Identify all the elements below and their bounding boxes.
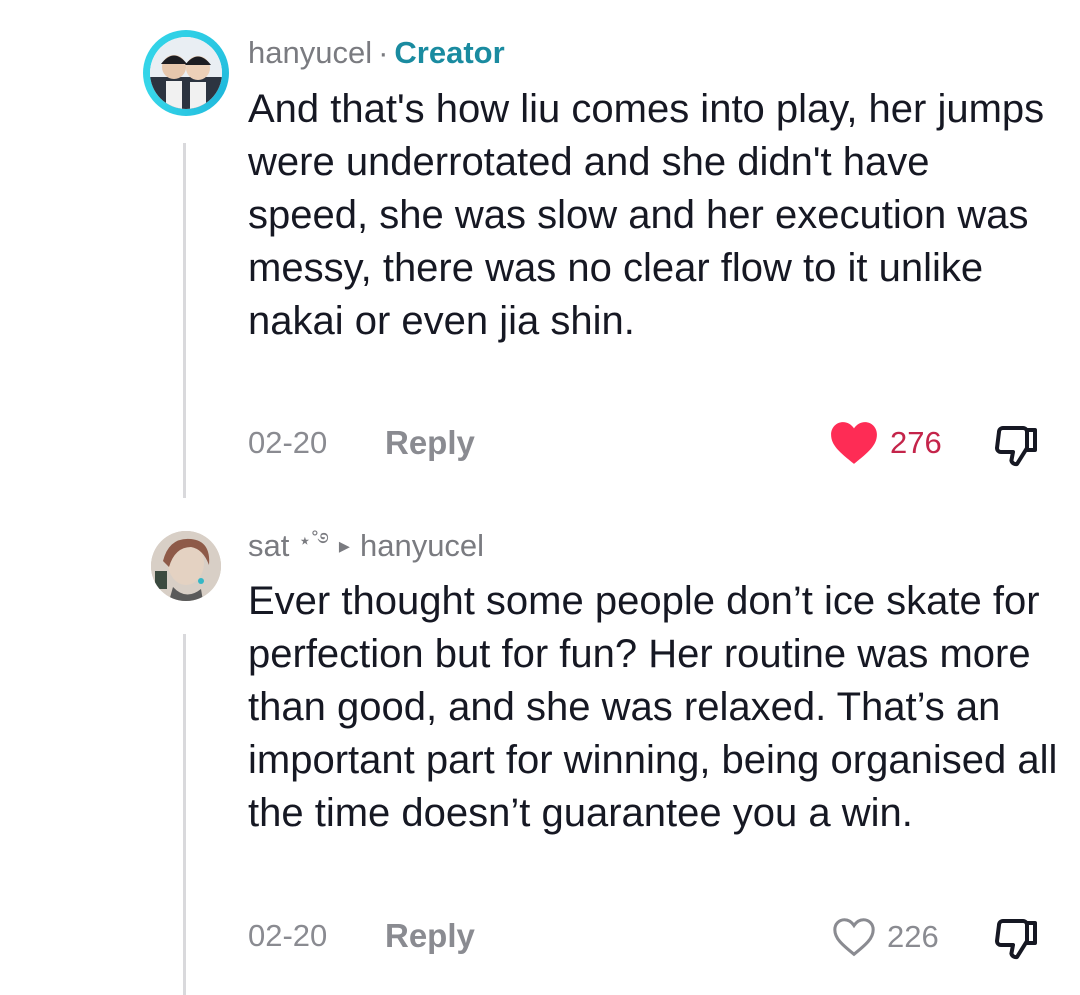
reply-button[interactable]: Reply: [385, 917, 475, 955]
comment-date: 02-20: [248, 918, 328, 953]
comment-header: hanyucel · Creator: [248, 33, 505, 73]
comment-date: 02-20: [248, 425, 328, 460]
thumbs-down-icon[interactable]: [993, 422, 1041, 470]
reply-arrow-icon: ▸: [338, 533, 350, 558]
thumbs-down-icon[interactable]: [993, 915, 1041, 963]
username-decoration: ⋆˚࿔: [297, 528, 329, 553]
comment-text: And that's how liu comes into play, her …: [248, 87, 1045, 343]
avatar-photo: [150, 37, 222, 109]
username[interactable]: hanyucel: [248, 35, 372, 70]
comment-text: Ever thought some people don’t ice skate…: [248, 579, 1058, 835]
comment-header: sat ⋆˚࿔ ▸ hanyucel: [248, 526, 484, 569]
like-count: 226: [887, 919, 939, 954]
avatar-photo: [151, 531, 221, 601]
reply-to-username[interactable]: hanyucel: [360, 528, 484, 563]
heart-outline-icon[interactable]: [831, 915, 877, 959]
separator: ·: [378, 35, 389, 70]
creator-badge: Creator: [394, 35, 505, 70]
thread-line: [183, 143, 186, 498]
username[interactable]: sat: [248, 528, 289, 563]
avatar[interactable]: [151, 531, 221, 601]
reply-button[interactable]: Reply: [385, 424, 475, 462]
like-count: 276: [890, 425, 942, 460]
heart-filled-icon[interactable]: [829, 420, 879, 466]
avatar[interactable]: [143, 30, 229, 116]
thread-line: [183, 634, 186, 995]
